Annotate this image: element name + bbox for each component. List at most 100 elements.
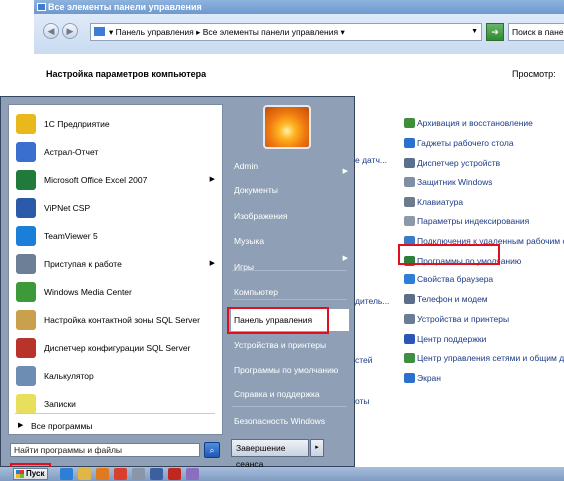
- control-panel-item[interactable]: Свойства браузера: [404, 272, 493, 286]
- start-menu-place[interactable]: Admin: [231, 155, 349, 177]
- program-item[interactable]: Диспетчер конфигурации SQL Server: [14, 334, 219, 362]
- control-panel-item[interactable]: Экран: [404, 371, 441, 385]
- content-header: Настройка параметров компьютера Просмотр…: [34, 54, 564, 94]
- control-panel-item-icon: [404, 216, 415, 226]
- control-panel-item-label: Устройства и принтеры: [417, 314, 510, 324]
- program-item[interactable]: 1С Предприятие: [14, 110, 219, 138]
- window-titlebar: Все элементы панели управления: [34, 0, 564, 14]
- program-label: Приступая к работе: [44, 259, 122, 269]
- program-label: Microsoft Office Excel 2007: [44, 175, 148, 185]
- chevron-down-icon[interactable]: ▼: [471, 24, 478, 40]
- control-panel-item-icon: [404, 373, 415, 383]
- control-panel-item[interactable]: Телефон и модем: [404, 292, 488, 306]
- program-label: 1С Предприятие: [44, 119, 110, 129]
- program-item[interactable]: Windows Media Center: [14, 278, 219, 306]
- astral-icon: [16, 142, 36, 162]
- program-label: Астрал-Отчет: [44, 147, 99, 157]
- start-menu-place[interactable]: Документы: [231, 179, 349, 201]
- control-panel-icon: [37, 3, 46, 11]
- control-panel-item-label: Параметры индексирования: [417, 216, 530, 226]
- chevron-right-icon: ▶: [342, 168, 348, 175]
- partial-item[interactable]: дитель...: [355, 296, 389, 306]
- tool-icon[interactable]: [132, 468, 145, 480]
- program-label: Диспетчер конфигурации SQL Server: [44, 343, 191, 353]
- program-item[interactable]: TeamViewer 5: [14, 222, 219, 250]
- partial-item[interactable]: оты: [355, 396, 370, 406]
- program-item[interactable]: Microsoft Office Excel 2007 ▶: [14, 166, 219, 194]
- start-menu-place[interactable]: Игры: [231, 256, 349, 278]
- sql-config-icon: [16, 338, 36, 358]
- control-panel-item[interactable]: Устройства и принтеры: [404, 312, 509, 326]
- search-icon[interactable]: ⌕: [204, 442, 220, 458]
- search-programs-input[interactable]: Найти программы и файлы: [10, 443, 200, 457]
- program-item[interactable]: Калькулятор: [14, 362, 219, 390]
- program-item[interactable]: Астрал-Отчет: [14, 138, 219, 166]
- folder-icon: [94, 27, 105, 36]
- control-panel-item-label: Свойства браузера: [417, 274, 494, 284]
- program-item[interactable]: Приступая к работе ▶: [14, 250, 219, 278]
- control-panel-item-label: Центр управления сетями и общим д...: [417, 353, 564, 363]
- highlight-browser-properties: [398, 244, 500, 265]
- calculator-icon: [16, 366, 36, 386]
- chevron-right-icon: ▶: [18, 422, 24, 429]
- control-panel-item[interactable]: Архивация и восстановление: [404, 116, 533, 130]
- program-label: Windows Media Center: [44, 287, 132, 297]
- avatar[interactable]: [263, 105, 311, 149]
- star-icon[interactable]: [186, 468, 199, 480]
- control-panel-item[interactable]: Защитник Windows: [404, 175, 493, 189]
- control-panel-item-icon: [404, 294, 415, 304]
- explorer-icon[interactable]: [78, 468, 91, 480]
- pdf-icon[interactable]: [168, 468, 181, 480]
- partial-item[interactable]: стей: [355, 355, 373, 365]
- places-pane: Admin Документы Изображения Музыка Игры Компь…: [226, 97, 354, 469]
- start-menu-place[interactable]: Изображения: [231, 205, 349, 227]
- search-input[interactable]: Поиск в пане: [508, 23, 564, 41]
- divider: [232, 406, 347, 407]
- control-panel-item-label: Защитник Windows: [417, 177, 493, 187]
- start-menu-place[interactable]: Программы по умолчанию: [231, 359, 349, 381]
- program-item[interactable]: ViPNet CSP: [14, 194, 219, 222]
- ie-icon[interactable]: [60, 468, 73, 480]
- all-programs-link[interactable]: Все программы: [31, 421, 92, 431]
- chevron-right-icon: ▶: [342, 255, 348, 262]
- program-label: TeamViewer 5: [44, 231, 98, 241]
- control-panel-item[interactable]: Центр управления сетями и общим д...: [404, 351, 564, 365]
- partial-item[interactable]: е датч...: [355, 155, 387, 165]
- control-panel-item-icon: [404, 118, 415, 128]
- control-panel-item[interactable]: Клавиатура: [404, 195, 463, 209]
- control-panel-item-icon: [404, 353, 415, 363]
- divider: [232, 270, 347, 271]
- start-menu-place[interactable]: Музыка: [231, 230, 349, 252]
- taskbar: Пуск: [0, 467, 564, 481]
- program-label: Калькулятор: [44, 371, 94, 381]
- address-bar[interactable]: ▾ Панель управления ▸ Все элементы панел…: [90, 23, 482, 41]
- program-item[interactable]: Настройка контактной зоны SQL Server: [14, 306, 219, 334]
- sql-lock-icon: [16, 310, 36, 330]
- go-button[interactable]: ➔: [486, 23, 504, 41]
- chevron-right-icon: ▶: [209, 176, 215, 183]
- media-player-icon[interactable]: [96, 468, 109, 480]
- control-panel-item[interactable]: Диспетчер устройств: [404, 156, 500, 170]
- control-panel-item-icon: [404, 274, 415, 284]
- chrome-icon[interactable]: [114, 468, 127, 480]
- control-panel-item-icon: [404, 158, 415, 168]
- 1c-icon: [16, 114, 36, 134]
- shutdown-button[interactable]: Завершение сеанса: [231, 439, 309, 469]
- control-panel-item-label: Диспетчер устройств: [417, 158, 501, 168]
- start-menu-place[interactable]: Устройства и принтеры: [231, 334, 349, 356]
- control-panel-item[interactable]: Гаджеты рабочего стола: [404, 136, 514, 150]
- control-panel-item[interactable]: Параметры индексирования: [404, 214, 529, 228]
- control-panel-item[interactable]: Центр поддержки: [404, 332, 486, 346]
- app-icon[interactable]: [150, 468, 163, 480]
- control-panel-item-label: Гаджеты рабочего стола: [417, 138, 514, 148]
- start-menu-place[interactable]: Справка и поддержка: [231, 383, 349, 405]
- page-title: Настройка параметров компьютера: [46, 69, 207, 79]
- start-menu-place[interactable]: Безопасность Windows: [231, 410, 349, 432]
- chevron-right-icon: ▶: [209, 260, 215, 267]
- vipnet-icon: [16, 198, 36, 218]
- control-panel-item-icon: [404, 314, 415, 324]
- back-button[interactable]: ◀: [43, 23, 59, 39]
- start-button[interactable]: Пуск: [13, 468, 48, 480]
- forward-button[interactable]: ▶: [62, 23, 78, 39]
- shutdown-options-button[interactable]: ▸: [310, 439, 324, 457]
